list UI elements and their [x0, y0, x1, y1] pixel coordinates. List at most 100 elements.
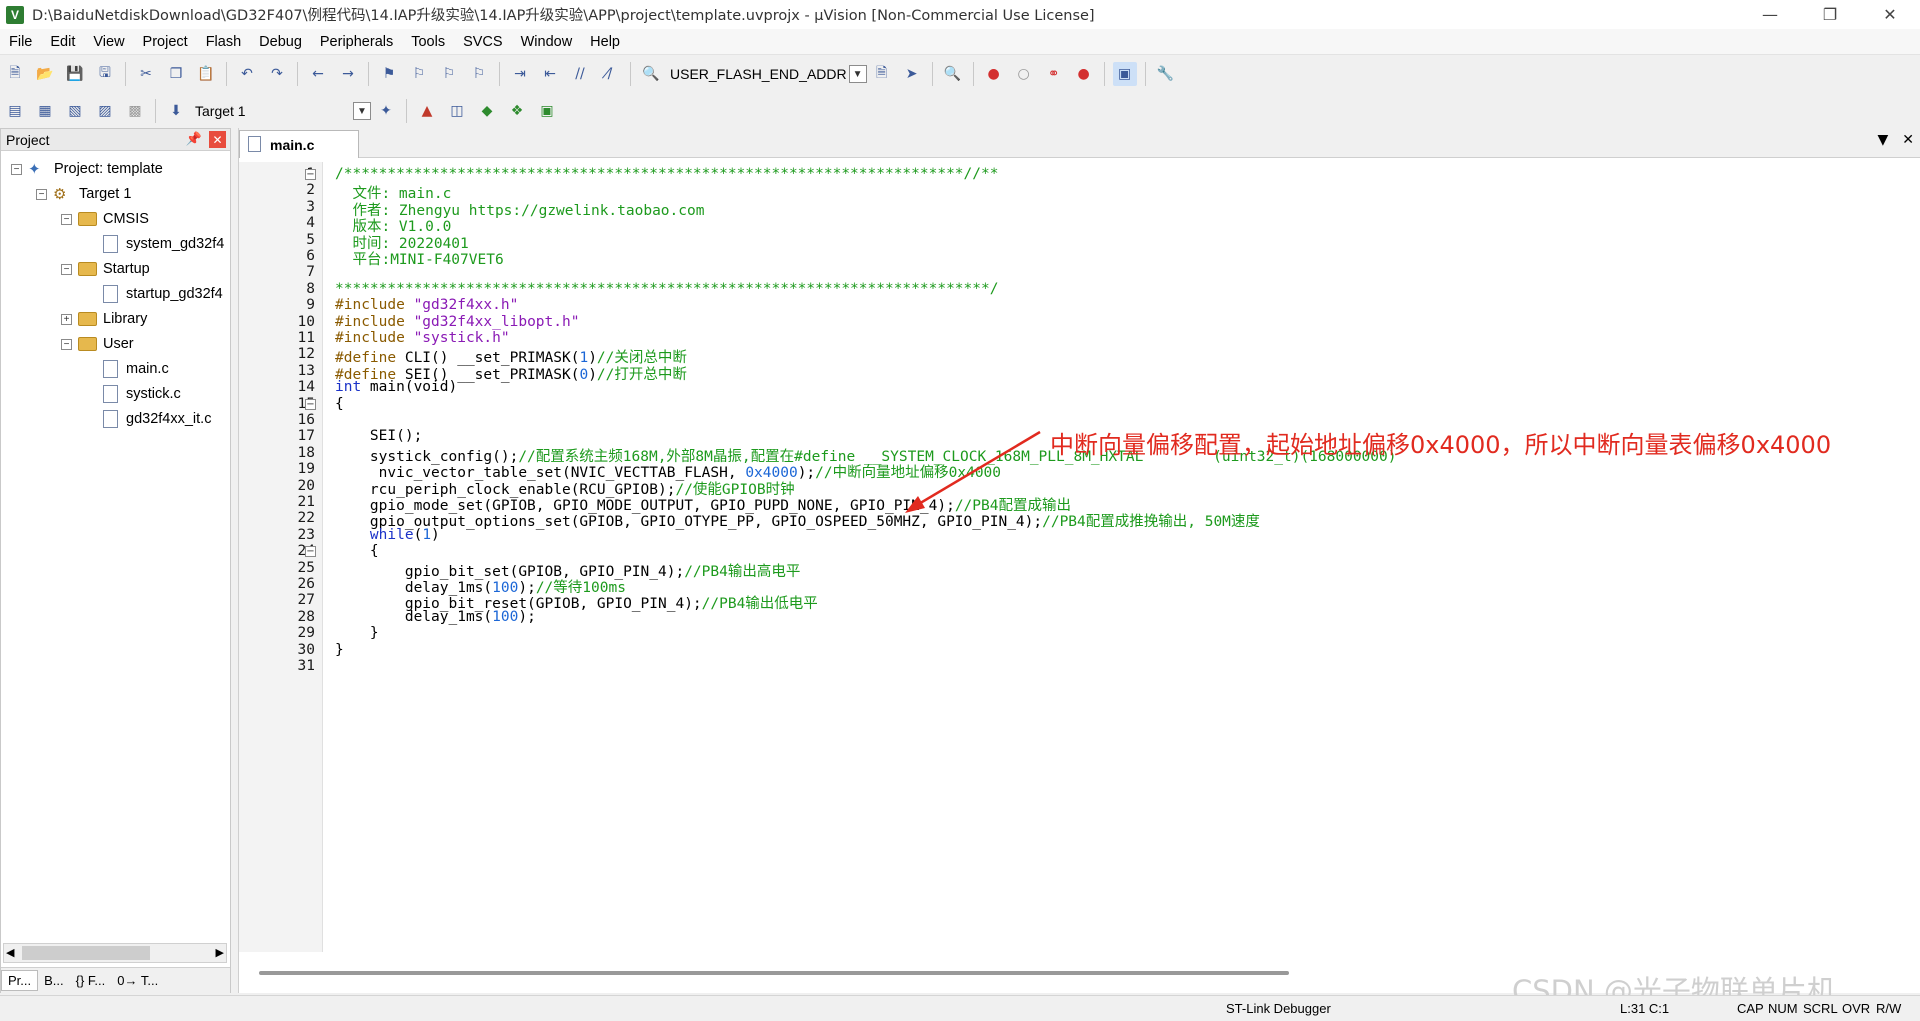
configure-icon[interactable]: 🔧: [1154, 62, 1178, 86]
breakpoint-icon[interactable]: ●: [982, 62, 1006, 86]
tree-item-file[interactable]: system_gd32f4: [86, 233, 224, 255]
tab-functions[interactable]: {} F...: [70, 971, 112, 990]
tree-item-file[interactable]: startup_gd32f4: [86, 283, 223, 305]
window-layout-icon[interactable]: ▣: [1112, 62, 1137, 86]
code-line[interactable]: }: [335, 642, 344, 662]
tree-item-folder[interactable]: + Library: [61, 308, 147, 330]
chevron-down-icon[interactable]: ▼: [353, 102, 371, 120]
fold-toggle-icon[interactable]: −: [305, 546, 316, 558]
collapse-icon[interactable]: −: [61, 263, 72, 275]
collapse-icon[interactable]: −: [61, 338, 72, 350]
unindent-icon[interactable]: ⇤: [538, 62, 562, 86]
tree-item-file[interactable]: gd32f4xx_it.c: [86, 408, 211, 430]
fold-toggle-icon[interactable]: −: [305, 169, 316, 180]
menu-window[interactable]: Window: [512, 34, 582, 50]
expand-icon[interactable]: +: [61, 313, 72, 325]
menu-file[interactable]: File: [0, 34, 41, 50]
uncomment-icon[interactable]: /̸: [598, 62, 622, 86]
navigate-back-icon[interactable]: ←: [306, 62, 330, 86]
menu-peripherals[interactable]: Peripherals: [311, 34, 402, 50]
tree-item-folder[interactable]: − Startup: [61, 258, 150, 280]
scroll-right-icon[interactable]: ▶: [216, 946, 224, 959]
collapse-icon[interactable]: −: [61, 213, 72, 225]
close-tab-icon[interactable]: ✕: [1902, 132, 1914, 148]
menu-help[interactable]: Help: [581, 34, 629, 50]
close-window-icon[interactable]: ✕: [1860, 0, 1920, 29]
rebuild-icon[interactable]: ▧: [63, 99, 87, 123]
tab-books[interactable]: B...: [38, 971, 70, 990]
kill-breakpoints-icon[interactable]: ⚭: [1042, 62, 1066, 86]
editor-tab-main-c[interactable]: main.c: [239, 130, 359, 158]
scroll-thumb[interactable]: [259, 971, 1289, 975]
indent-icon[interactable]: ⇥: [508, 62, 532, 86]
find-combo[interactable]: USER_FLASH_END_ADDR ▼: [666, 62, 867, 86]
project-horizontal-scrollbar[interactable]: ◀ ▶: [3, 943, 227, 963]
pack-installer-icon[interactable]: ◆: [475, 99, 499, 123]
cut-icon[interactable]: ✂: [134, 62, 158, 86]
save-all-icon[interactable]: 🖫: [93, 62, 117, 86]
comment-icon[interactable]: //: [568, 62, 592, 86]
download-icon[interactable]: ⬇: [164, 99, 188, 123]
menu-view[interactable]: View: [84, 34, 133, 50]
code-token: int: [335, 379, 362, 396]
find-icon[interactable]: 🗎: [870, 62, 894, 86]
menu-project[interactable]: Project: [134, 34, 197, 50]
tab-templates[interactable]: 0→ T...: [111, 971, 164, 990]
open-file-icon[interactable]: 📂: [33, 62, 57, 86]
tree-item-folder[interactable]: − CMSIS: [61, 208, 149, 230]
find-in-files-icon[interactable]: 🔍: [639, 62, 663, 86]
code-line[interactable]: int main(void): [335, 379, 457, 399]
code-line[interactable]: {: [335, 396, 344, 416]
debug-session-icon[interactable]: 🔍: [941, 62, 965, 86]
new-file-icon[interactable]: 🗎: [3, 62, 27, 86]
tree-item-target[interactable]: − ⚙ Target 1: [36, 183, 131, 205]
clear-bookmarks-icon[interactable]: ⚐: [467, 62, 491, 86]
tree-item-folder[interactable]: − User: [61, 333, 134, 355]
chevron-down-icon[interactable]: ▼: [848, 65, 867, 83]
copy-icon[interactable]: ❐: [164, 62, 188, 86]
disable-breakpoint-icon[interactable]: ○: [1012, 62, 1036, 86]
minimize-icon[interactable]: —: [1740, 0, 1800, 29]
rte-icon[interactable]: ❖: [505, 99, 529, 123]
translate-icon[interactable]: ▤: [3, 99, 27, 123]
select-packs-icon[interactable]: ▣: [535, 99, 559, 123]
code-line[interactable]: gpio_output_options_set(GPIOB, GPIO_OTYP…: [335, 510, 1260, 530]
code-text-area[interactable]: /***************************************…: [323, 162, 1913, 952]
pin-icon[interactable]: 📌: [186, 131, 202, 147]
menu-svcs[interactable]: SVCS: [454, 34, 512, 50]
collapse-icon[interactable]: −: [11, 163, 22, 175]
tree-item-file[interactable]: main.c: [86, 358, 169, 380]
save-icon[interactable]: 💾: [63, 62, 87, 86]
close-panel-icon[interactable]: ✕: [209, 131, 226, 148]
tree-item-project[interactable]: − ✦ Project: template: [11, 158, 163, 180]
code-line[interactable]: 平台:MINI-F407VET6: [335, 248, 503, 268]
prev-bookmark-icon[interactable]: ⚐: [407, 62, 431, 86]
batch-build-icon[interactable]: ▨: [93, 99, 117, 123]
undo-icon[interactable]: ↶: [235, 62, 259, 86]
navigate-forward-icon[interactable]: →: [336, 62, 360, 86]
tree-item-file[interactable]: systick.c: [86, 383, 181, 405]
scroll-left-icon[interactable]: ◀: [6, 946, 14, 959]
collapse-icon[interactable]: −: [36, 188, 47, 200]
build-icon[interactable]: ▦: [33, 99, 57, 123]
fold-toggle-icon[interactable]: −: [305, 398, 316, 410]
target-combo[interactable]: Target 1 ▼: [191, 99, 371, 123]
scroll-thumb[interactable]: [22, 946, 150, 960]
menu-tools[interactable]: Tools: [402, 34, 454, 50]
target-options-icon[interactable]: ✦: [374, 99, 398, 123]
disable-all-breakpoints-icon[interactable]: ●: [1072, 62, 1096, 86]
paste-icon[interactable]: 📋: [194, 62, 218, 86]
stop-build-icon[interactable]: ▩: [123, 99, 147, 123]
bookmark-icon[interactable]: ⚑: [377, 62, 401, 86]
menu-debug[interactable]: Debug: [250, 34, 311, 50]
project-items-icon[interactable]: ◫: [445, 99, 469, 123]
redo-icon[interactable]: ↷: [265, 62, 289, 86]
tab-list-dropdown-icon[interactable]: ▼: [1877, 132, 1888, 148]
incremental-find-icon[interactable]: ➤: [900, 62, 924, 86]
restore-icon[interactable]: ❐: [1800, 0, 1860, 29]
manage-components-icon[interactable]: ▲: [415, 99, 439, 123]
tab-project[interactable]: Pr...: [1, 970, 39, 991]
next-bookmark-icon[interactable]: ⚐: [437, 62, 461, 86]
menu-edit[interactable]: Edit: [41, 34, 84, 50]
menu-flash[interactable]: Flash: [197, 34, 250, 50]
